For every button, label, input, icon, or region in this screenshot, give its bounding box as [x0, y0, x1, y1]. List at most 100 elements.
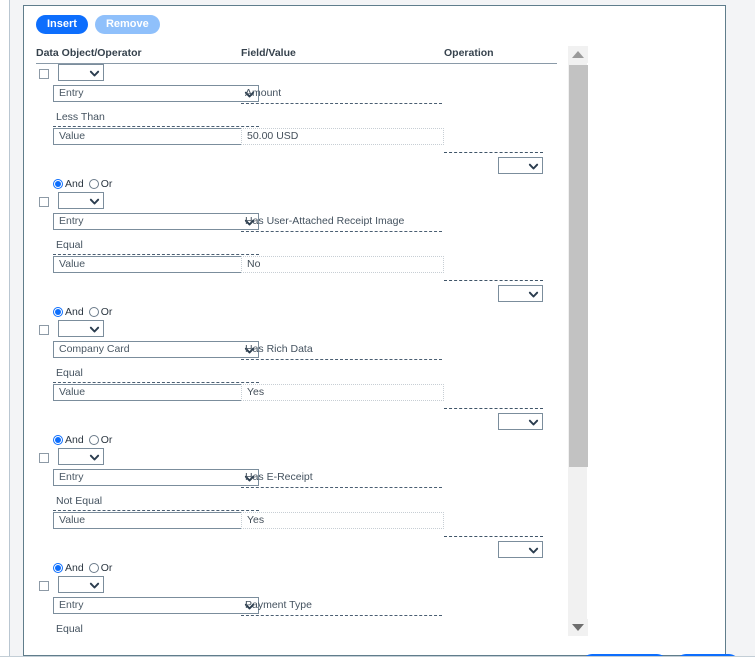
insert-button[interactable]: Insert	[36, 15, 88, 34]
row-checkbox[interactable]	[39, 325, 49, 335]
radio-and[interactable]	[53, 306, 63, 317]
grouping-select[interactable]	[58, 320, 104, 337]
operator-line: Less Than	[36, 107, 557, 128]
scrollbar-thumb[interactable]	[569, 65, 588, 467]
row-checkbox[interactable]	[39, 197, 49, 207]
chevron-down-icon	[528, 545, 539, 554]
conjunction-and-option[interactable]: And	[53, 562, 84, 574]
operation-select[interactable]	[498, 413, 543, 430]
condition-group: And Or Entry Has E-Receipt Not Equal Value Yes	[36, 431, 557, 559]
vertical-scrollbar[interactable]	[567, 46, 588, 636]
value-input[interactable]: Yes	[241, 384, 444, 401]
operator-text[interactable]: Equal	[53, 620, 259, 636]
conjunction-or-option[interactable]: Or	[88, 562, 112, 574]
conjunction-row: And Or	[36, 559, 557, 576]
grouping-select[interactable]	[58, 576, 104, 593]
object-field-line: Entry Payment Type	[36, 597, 557, 619]
radio-or[interactable]	[88, 434, 99, 445]
value-input[interactable]: 50.00 USD	[241, 128, 444, 145]
conjunction-and-option[interactable]: And	[53, 306, 84, 318]
operation-line	[36, 534, 557, 559]
operator-line: Equal	[36, 619, 557, 636]
data-object-select[interactable]: Company Card	[53, 341, 259, 358]
data-object-select-value: Entry	[59, 215, 84, 227]
object-field-line: Company Card Has Rich Data	[36, 341, 557, 363]
conjunction-row: And Or	[36, 431, 557, 448]
condition-group: AndOrEntryPayment TypeEqualValueOut of P…	[36, 559, 557, 636]
conjunction-row: And Or	[36, 303, 557, 320]
chevron-down-icon	[89, 324, 100, 333]
remove-button: Remove	[94, 15, 160, 34]
radio-and[interactable]	[53, 434, 63, 445]
condition-group: And Or Company Card Has Rich Data Equal Value…	[36, 303, 557, 431]
operation-select[interactable]	[498, 541, 543, 558]
chevron-down-icon	[89, 580, 100, 589]
data-object-select[interactable]: Entry	[53, 469, 259, 486]
grouping-select[interactable]	[58, 64, 104, 81]
grouping-select[interactable]	[58, 192, 104, 209]
chevron-down-icon	[528, 161, 539, 170]
field-name[interactable]: Payment Type	[241, 597, 442, 616]
chevron-down-icon	[528, 417, 539, 426]
value-line: Value Yes	[36, 384, 557, 406]
operation-select[interactable]	[498, 157, 543, 174]
value-type-select[interactable]: Value	[53, 384, 259, 401]
conjunction-or-option[interactable]: Or	[88, 434, 112, 446]
field-name[interactable]: Has Rich Data	[241, 341, 442, 360]
value-type-select-value: Value	[59, 258, 86, 270]
conditions-panel: Insert Remove Data Object/Operator Field…	[23, 5, 739, 672]
column-header-field-value: Field/Value	[241, 47, 296, 59]
radio-or[interactable]	[88, 178, 99, 189]
data-object-select[interactable]: Entry	[53, 213, 259, 230]
value-input[interactable]: Yes	[241, 512, 444, 529]
conjunction-and-option[interactable]: And	[53, 178, 84, 190]
conjunction-or-label: Or	[100, 305, 113, 318]
condition-group: Entry Amount Less Than Value 50.00 USD	[36, 64, 557, 175]
value-input[interactable]: No	[241, 256, 444, 273]
operator-line: Equal	[36, 363, 557, 384]
radio-or[interactable]	[88, 306, 99, 317]
bottom-strip	[0, 656, 755, 672]
field-name[interactable]: Has User-Attached Receipt Image	[241, 213, 442, 232]
grouping-select[interactable]	[58, 448, 104, 465]
operator-line: Not Equal	[36, 491, 557, 512]
row-checkbox[interactable]	[39, 581, 49, 591]
row-checkbox[interactable]	[39, 69, 49, 79]
field-name[interactable]: Has E-Receipt	[241, 469, 442, 488]
value-line: Value Yes	[36, 512, 557, 534]
data-object-select-value: Entry	[59, 471, 84, 483]
object-field-line: Entry Amount	[36, 85, 557, 107]
operation-select[interactable]	[498, 285, 543, 302]
value-type-select[interactable]: Value	[53, 256, 259, 273]
radio-or[interactable]	[88, 562, 99, 573]
operator-text[interactable]: Not Equal	[53, 492, 259, 511]
toolbar: Insert Remove	[36, 15, 160, 34]
chevron-down-icon	[89, 452, 100, 461]
operator-text[interactable]: Less Than	[53, 108, 259, 127]
scroll-up-arrow-icon[interactable]	[568, 46, 588, 63]
data-object-select[interactable]: Entry	[53, 597, 259, 614]
radio-and[interactable]	[53, 562, 63, 573]
conjunction-or-option[interactable]: Or	[88, 177, 113, 190]
column-header-row: Data Object/Operator Field/Value Operati…	[36, 47, 557, 64]
radio-and[interactable]	[53, 178, 63, 189]
operator-text[interactable]: Equal	[53, 236, 259, 255]
operation-line	[36, 150, 557, 175]
value-type-select-value: Value	[59, 386, 86, 398]
value-line: Value 50.00 USD	[36, 128, 557, 150]
data-object-select[interactable]: Entry	[53, 85, 259, 102]
operator-text[interactable]: Equal	[53, 364, 259, 383]
conjunction-or-label: Or	[100, 177, 113, 190]
row-checkbox[interactable]	[39, 453, 49, 463]
condition-builder-page: Insert Remove Data Object/Operator Field…	[0, 0, 755, 672]
operation-divider	[444, 408, 543, 409]
value-type-select[interactable]: Value	[53, 128, 259, 145]
field-name[interactable]: Amount	[241, 85, 442, 104]
row-select-line	[36, 320, 557, 341]
value-type-select[interactable]: Value	[53, 512, 259, 529]
value-type-select-value: Value	[59, 130, 86, 142]
operation-divider	[444, 152, 543, 153]
conjunction-and-option[interactable]: And	[53, 434, 84, 446]
conjunction-or-option[interactable]: Or	[88, 305, 113, 318]
scroll-down-arrow-icon[interactable]	[568, 619, 588, 636]
